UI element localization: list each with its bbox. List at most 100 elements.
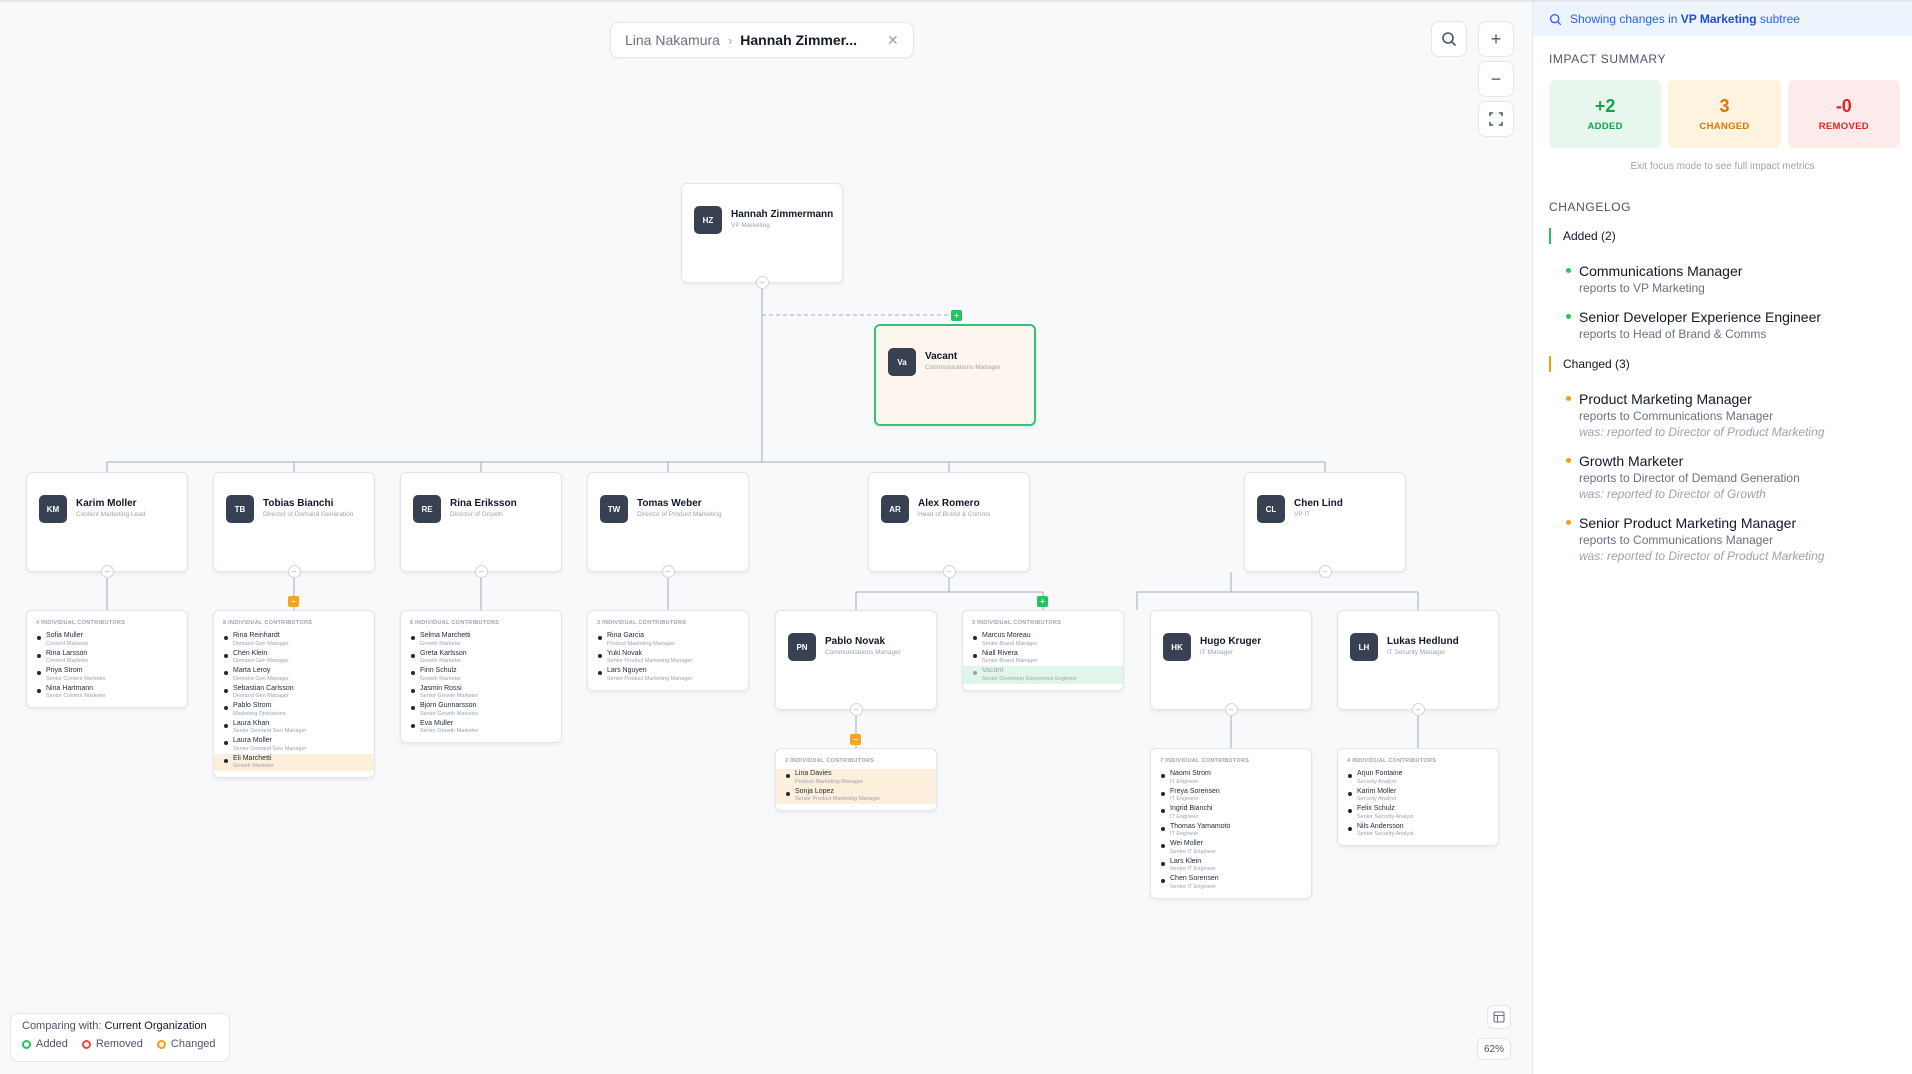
changelog-item-reports-to: reports to VP Marketing [1579, 281, 1705, 295]
close-icon[interactable]: ✕ [887, 32, 899, 49]
ic-list-item[interactable]: Eli Marchetti Growth Marketer [214, 753, 374, 771]
ic-list-item[interactable]: Lina Davies Product Marketing Manager [776, 769, 936, 787]
ic-list-item[interactable]: Lars Nguyen Senior Product Marketing Mana… [588, 666, 748, 684]
changed-marker: − [850, 734, 861, 745]
ic-group: 4 INDIVIDUAL CONTRIBUTORS Sofia Muller Con… [26, 610, 188, 708]
ic-list-item[interactable]: Priya Strom Senior Content Marketer [27, 666, 187, 684]
ic-list-item[interactable]: Sebastian Carlsson Demand Gen Manager [214, 684, 374, 702]
legend-added-label: Added [36, 1038, 68, 1050]
collapse-toggle[interactable]: – [1318, 565, 1332, 578]
changelog-item[interactable]: Senior Developer Experience Engineer repo… [1566, 308, 1912, 342]
ic-list-item[interactable]: Rina Garcia Product Marketing Manager [588, 631, 748, 649]
org-node-manager[interactable]: AR Alex Romero Head of Brand & Comms – [868, 472, 1030, 578]
comparison-legend: Comparing with: Current Organization Add… [10, 1013, 230, 1062]
node-name: Hannah Zimmermann [731, 209, 834, 220]
ic-list-item[interactable]: Laura Khan Senior Demand Gen Manager [214, 719, 374, 737]
collapse-toggle[interactable]: – [849, 703, 863, 716]
org-chart-canvas[interactable]: Lina Nakamura › Hannah Zimmer... ✕ + − H… [0, 0, 1532, 1074]
ic-list-item[interactable]: Greta Karlsson Growth Marketer [401, 649, 561, 667]
ic-group: 4 INDIVIDUAL CONTRIBUTORS Arjun Fontaine S… [1337, 748, 1499, 846]
changelog-item[interactable]: Product Marketing Manager reports to Comm… [1566, 390, 1912, 440]
ic-list-item[interactable]: Laura Moller Senior Demand Gen Manager [214, 736, 374, 754]
ic-list-item[interactable]: Finn Schulz Growth Marketer [401, 666, 561, 684]
added-ring-icon [22, 1039, 31, 1049]
ic-list-item[interactable]: Yuki Novak Senior Product Marketing Manag… [588, 649, 748, 667]
ic-list-item[interactable]: Ingrid Bianchi IT Engineer [1151, 804, 1311, 822]
ic-role: Security Analyst [1357, 778, 1397, 785]
org-node-vacant[interactable]: Va Vacant Communications Manager [874, 324, 1036, 426]
zoom-out-button[interactable]: − [1478, 61, 1514, 97]
collapse-toggle[interactable]: – [100, 565, 114, 578]
focus-banner: Showing changes in VP Marketing subtree [1533, 0, 1912, 36]
org-node-manager[interactable]: KM Karim Moller Content Marketing Lead – [26, 472, 188, 578]
collapse-toggle[interactable]: – [1411, 703, 1425, 716]
ic-list-item[interactable]: Jasmin Rossi Senior Growth Marketer [401, 684, 561, 702]
legend-comparing-value[interactable]: Current Organization [105, 1020, 207, 1032]
ic-list-item[interactable]: Marcus Moreau Senior Brand Manager [963, 631, 1123, 649]
changelog-item-previous: was: reported to Director of Growth [1579, 487, 1766, 501]
ic-list-item[interactable]: Bjorn Gunnarsson Senior Growth Marketer [401, 701, 561, 719]
changelog-item[interactable]: Communications Manager reports to VP Mark… [1566, 262, 1912, 296]
changelog-item[interactable]: Growth Marketer reports to Director of De… [1566, 452, 1912, 502]
ic-role: IT Engineer [1170, 813, 1199, 820]
changelog-title: CHANGELOG [1549, 200, 1632, 214]
collapse-toggle[interactable]: – [287, 565, 301, 578]
org-node-manager[interactable]: PN Pablo Novak Communications Manager – [775, 610, 937, 716]
ic-list-item[interactable]: Naomi Strom IT Engineer [1151, 769, 1311, 787]
collapse-toggle[interactable]: – [661, 565, 675, 578]
ic-list-item[interactable]: Arjun Fontaine Security Analyst [1338, 769, 1498, 787]
search-button[interactable] [1431, 21, 1467, 57]
node-title: IT Security Manager [1387, 649, 1446, 656]
changelog-item[interactable]: Senior Product Marketing Manager reports … [1566, 514, 1912, 564]
breadcrumb-root[interactable]: Lina Nakamura [625, 32, 720, 48]
ic-role: Senior Growth Marketer [420, 728, 479, 734]
org-node-manager[interactable]: TW Tomas Weber Director of Product Marke… [587, 472, 749, 578]
minimap-toggle-button[interactable] [1487, 1005, 1511, 1029]
fit-view-button[interactable] [1478, 101, 1514, 137]
ic-role: Senior Brand Manager [982, 640, 1038, 647]
ic-name: Laura Moller [233, 737, 272, 744]
ic-list-item[interactable]: Felix Schulz Senior Security Analyst [1338, 804, 1498, 822]
ic-list-item[interactable]: Marta Leroy Demand Gen Manager [214, 666, 374, 684]
ic-list-item[interactable]: Wei Moller Senior IT Engineer [1151, 839, 1311, 857]
ic-role: Security Analyst [1357, 796, 1397, 802]
ic-list-item[interactable]: Lars Klein Senior IT Engineer [1151, 857, 1311, 875]
ic-role: Senior Security Analyst [1357, 813, 1414, 820]
ic-role: Growth Marketer [420, 640, 461, 647]
ic-list-item[interactable]: Chen Klein Demand Gen Manager [214, 649, 374, 667]
ic-list-item[interactable]: Nina Hartmann Senior Content Marketer [27, 684, 187, 702]
ic-list-item[interactable]: Chen Sorensen Senior IT Engineer [1151, 874, 1311, 892]
ic-list-item[interactable]: Freya Sorensen IT Engineer [1151, 787, 1311, 805]
ic-list-item[interactable]: Vacant Senior Developer Experience Engine… [963, 666, 1123, 684]
ic-list-item[interactable]: Rina Larsson Content Marketer [27, 649, 187, 667]
ic-list-item[interactable]: Nils Andersson Senior Security Analyst [1338, 822, 1498, 840]
ic-list-item[interactable]: Eva Muller Senior Growth Marketer [401, 719, 561, 737]
avatar: AR [881, 495, 909, 523]
ic-list-item[interactable]: Rina Reinhardt Demand Gen Manager [214, 631, 374, 649]
ic-group: 8 INDIVIDUAL CONTRIBUTORS Rina Reinhardt D… [213, 610, 375, 778]
org-node-manager[interactable]: LH Lukas Hedlund IT Security Manager – [1337, 610, 1499, 716]
changelog-item-reports-to: reports to Communications Manager [1579, 409, 1774, 423]
collapse-toggle[interactable]: – [942, 565, 956, 578]
zoom-in-button[interactable]: + [1478, 21, 1514, 57]
org-node-root[interactable]: HZ Hannah Zimmermann VP Marketing – [681, 183, 843, 289]
ic-name: Wei Moller [1170, 840, 1203, 847]
org-node-manager[interactable]: TB Tobias Bianchi Director of Demand Gen… [213, 472, 375, 578]
ic-list-item[interactable]: Pablo Strom Marketing Operations [214, 701, 374, 719]
org-node-manager[interactable]: HK Hugo Kruger IT Manager – [1150, 610, 1312, 716]
impact-panel: Showing changes in VP Marketing subtree … [1532, 0, 1912, 1074]
collapse-toggle[interactable]: – [755, 276, 769, 289]
ic-list-item[interactable]: Selma Marchetti Growth Marketer [401, 631, 561, 649]
ic-list-item[interactable]: Thomas Yamamoto IT Engineer [1151, 822, 1311, 840]
ic-list-item[interactable]: Niall Rivera Senior Brand Manager [963, 649, 1123, 667]
collapse-toggle[interactable]: – [1224, 703, 1238, 716]
ic-list-item[interactable]: Karim Moller Security Analyst [1338, 787, 1498, 805]
org-node-manager[interactable]: RE Rina Eriksson Director of Growth – [400, 472, 562, 578]
ic-role: Senior Content Marketer [46, 693, 106, 699]
ic-name: Eli Marchetti [233, 754, 272, 762]
collapse-toggle[interactable]: – [474, 565, 488, 578]
ic-list-item[interactable]: Sofia Muller Content Marketer [27, 631, 187, 649]
ic-list-item[interactable]: Sonja Lopez Senior Product Marketing Mana… [776, 786, 936, 804]
focus-prefix: Showing changes in [1570, 12, 1678, 26]
org-node-manager[interactable]: CL Chen Lind VP IT – [1244, 472, 1406, 578]
